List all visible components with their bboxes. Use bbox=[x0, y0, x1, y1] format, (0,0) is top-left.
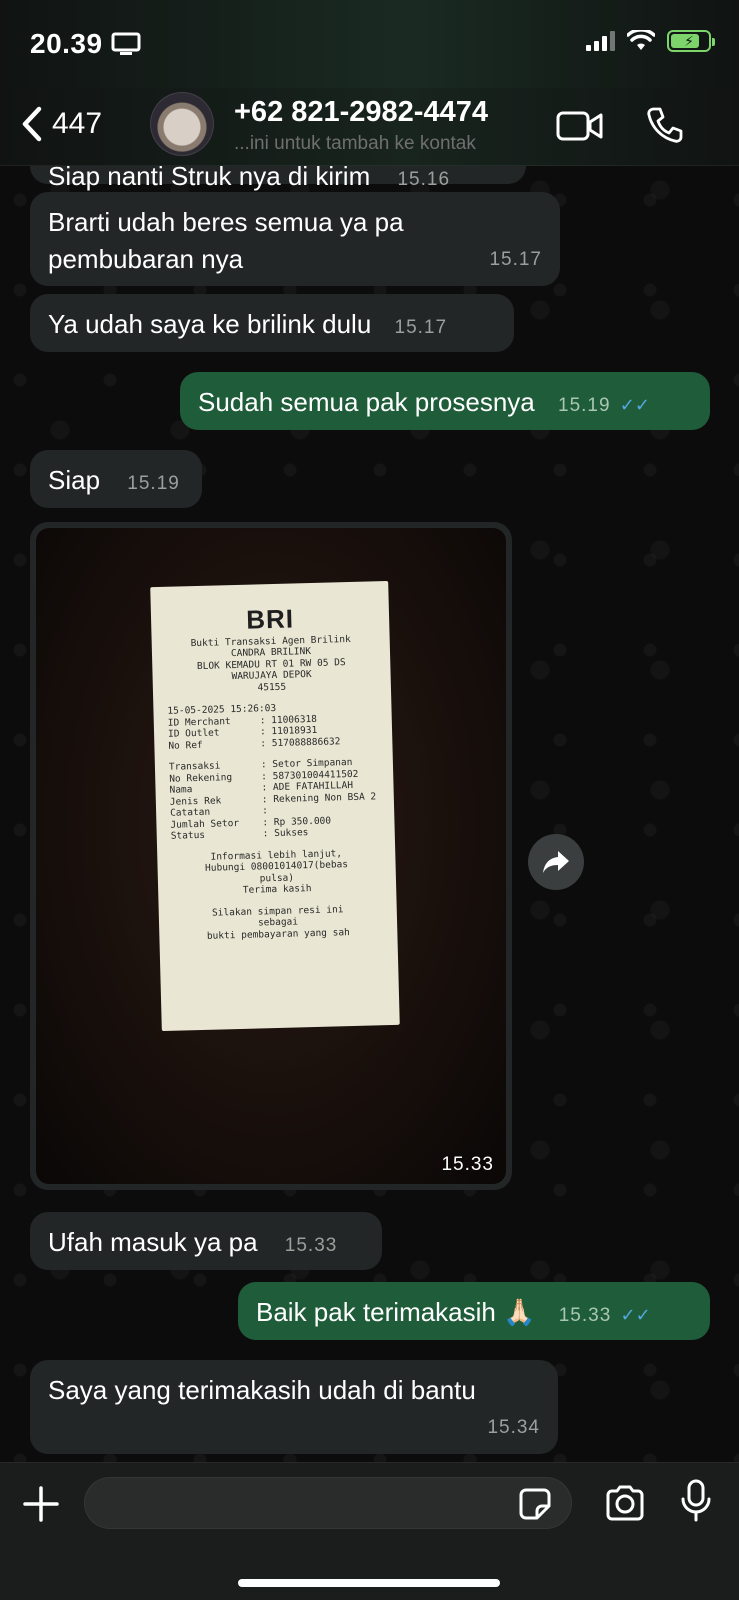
unread-count: 447 bbox=[52, 107, 103, 140]
home-indicator[interactable] bbox=[238, 1579, 500, 1587]
contact-name: +62 821-2982-4474 bbox=[234, 96, 488, 128]
wifi-icon bbox=[627, 30, 655, 50]
composer-bar bbox=[0, 1462, 739, 1600]
chat-header: 447 +62 821-2982-4474 ...ini untuk tamba… bbox=[0, 88, 739, 166]
forward-button[interactable] bbox=[528, 834, 584, 890]
message-incoming[interactable]: Ya udah saya ke brilink dulu 15.17 bbox=[30, 294, 514, 352]
video-icon[interactable] bbox=[556, 110, 604, 142]
back-button[interactable]: 447 bbox=[20, 106, 102, 142]
message-outgoing[interactable]: Baik pak terimakasih 🙏🏻 15.33 ✓✓ bbox=[238, 1282, 710, 1340]
message-text: Ya udah saya ke brilink dulu bbox=[48, 309, 372, 339]
message-incoming[interactable]: Siap 15.19 bbox=[30, 450, 202, 508]
screen-mirroring-icon bbox=[111, 32, 141, 55]
message-time: 15.34 bbox=[487, 1417, 540, 1438]
mic-icon[interactable] bbox=[680, 1479, 712, 1523]
message-text: Baik pak terimakasih 🙏🏻 bbox=[256, 1297, 536, 1327]
message-text: Brarti udah beres semua ya pa pembubaran… bbox=[48, 207, 404, 274]
contact-avatar[interactable] bbox=[150, 92, 214, 156]
message-outgoing[interactable]: Sudah semua pak prosesnya 15.19 ✓✓ bbox=[180, 372, 710, 430]
chevron-left-icon bbox=[22, 106, 42, 142]
message-incoming[interactable]: Brarti udah beres semua ya pa pembubaran… bbox=[30, 192, 560, 286]
battery-charging-icon: ⚡ bbox=[667, 30, 715, 52]
message-time: 15.17 bbox=[394, 317, 448, 338]
status-indicators: ⚡ bbox=[586, 30, 715, 52]
sticker-icon[interactable] bbox=[518, 1487, 552, 1521]
message-time: 15.16 bbox=[397, 169, 451, 190]
message-text: Sudah semua pak prosesnya bbox=[198, 387, 535, 417]
plus-icon[interactable] bbox=[22, 1485, 60, 1523]
phone-icon[interactable] bbox=[646, 106, 684, 144]
message-time: 15.19 bbox=[558, 395, 611, 416]
message-incoming[interactable]: Saya yang terimakasih udah di bantu 15.3… bbox=[30, 1360, 558, 1454]
message-incoming[interactable]: Ufah masuk ya pa 15.33 bbox=[30, 1212, 382, 1270]
message-list[interactable]: Siap nanti Struk nya di kirim 15.16 Brar… bbox=[0, 166, 739, 1462]
message-text: Siap bbox=[48, 465, 101, 495]
status-time: 20.39 bbox=[30, 28, 141, 60]
image-message[interactable]: BRI Bukti Transaksi Agen Brilink CANDRA … bbox=[30, 522, 512, 1190]
forward-icon bbox=[543, 851, 569, 873]
message-time: 15.19 bbox=[127, 473, 180, 494]
camera-icon[interactable] bbox=[604, 1485, 646, 1521]
bri-logo: BRI bbox=[245, 603, 295, 635]
receipt-photo[interactable]: BRI Bukti Transaksi Agen Brilink CANDRA … bbox=[36, 528, 506, 1184]
message-input[interactable] bbox=[84, 1477, 572, 1529]
message-incoming[interactable]: Siap nanti Struk nya di kirim 15.16 bbox=[30, 166, 526, 191]
message-time: 15.33 bbox=[284, 1235, 338, 1256]
contact-info[interactable]: +62 821-2982-4474 ...ini untuk tambah ke… bbox=[234, 96, 488, 155]
message-time: 15.33 bbox=[441, 1154, 494, 1175]
clock: 20.39 bbox=[30, 28, 103, 59]
status-bar: 20.39 ⚡ bbox=[0, 0, 739, 88]
contact-subtitle: ...ini untuk tambah ke kontak bbox=[234, 133, 476, 154]
message-text: Siap nanti Struk nya di kirim bbox=[48, 166, 371, 191]
message-text: Saya yang terimakasih udah di bantu bbox=[48, 1375, 476, 1405]
message-time: 15.33 bbox=[558, 1305, 612, 1326]
bri-receipt: BRI Bukti Transaksi Agen Brilink CANDRA … bbox=[150, 580, 400, 1032]
cellular-signal-icon bbox=[586, 31, 615, 51]
message-text: Ufah masuk ya pa bbox=[48, 1227, 258, 1257]
message-time: 15.17 bbox=[489, 249, 542, 270]
read-receipt-icon: ✓✓ bbox=[619, 395, 650, 415]
read-receipt-icon: ✓✓ bbox=[620, 1305, 651, 1325]
